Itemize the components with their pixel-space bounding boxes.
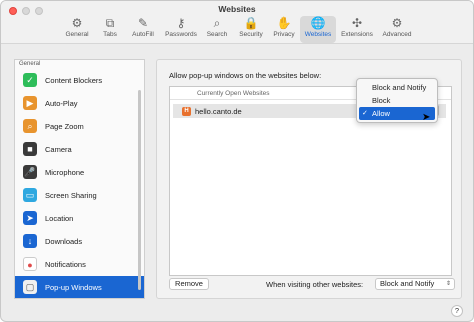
sidebar-item-notifications[interactable]: ● Notifications	[15, 253, 144, 275]
sidebar-scrollbar[interactable]	[138, 90, 141, 290]
sidebar-item-label: Microphone	[45, 167, 85, 177]
puzzle-icon: ✣	[351, 16, 363, 30]
tab-security-label: Security	[239, 31, 263, 38]
key-icon: ⚷	[176, 16, 186, 30]
tab-extensions[interactable]: ✣ Extensions	[338, 16, 376, 43]
notifications-icon: ●	[23, 257, 37, 271]
hand-icon: ✋	[276, 16, 292, 30]
gears-icon: ⚙	[391, 16, 403, 30]
tab-privacy[interactable]: ✋ Privacy	[270, 16, 298, 43]
tab-security[interactable]: 🔒 Security	[234, 16, 268, 43]
tab-advanced[interactable]: ⚙ Advanced	[378, 16, 416, 43]
lock-icon: 🔒	[243, 16, 259, 30]
remove-button[interactable]: Remove	[169, 278, 209, 290]
panel-description: Allow pop-up windows on the websites bel…	[169, 71, 322, 80]
sidebar: General ✓ Content Blockers ▶ Auto-Play ⌕…	[14, 59, 145, 299]
sidebar-item-screen-sharing[interactable]: ▭ Screen Sharing	[15, 184, 144, 206]
sidebar-item-microphone[interactable]: 🎤 Microphone	[15, 161, 144, 183]
tab-search[interactable]: ⌕ Search	[203, 16, 231, 43]
sidebar-item-label: Pop-up Windows	[45, 282, 102, 292]
tab-websites[interactable]: 🌐 Websites	[300, 16, 336, 43]
tab-autofill[interactable]: ✎ AutoFill	[127, 16, 159, 43]
menu-item-block[interactable]: Block	[359, 94, 435, 107]
autofill-icon: ✎	[137, 16, 149, 30]
menu-item-label: Allow	[372, 109, 390, 118]
menu-item-label: Block	[372, 96, 391, 105]
tabs-icon: ⧉	[105, 16, 115, 30]
sidebar-item-label: Page Zoom	[45, 121, 84, 131]
chevron-updown-icon: ⇕	[445, 281, 451, 287]
auto-play-icon: ▶	[23, 96, 37, 110]
toolbar: Websites ⚙ General ⧉ Tabs ✎ AutoFill ⚷ P…	[1, 1, 473, 44]
mouse-pointer-icon: ➤	[422, 112, 431, 123]
popup-windows-icon: ▢	[23, 280, 37, 294]
website-name: hello.canto.de	[195, 106, 242, 116]
tab-tabs-label: Tabs	[103, 31, 117, 38]
downloads-icon: ↓	[23, 234, 37, 248]
sidebar-item-label: Auto-Play	[45, 98, 78, 108]
sidebar-item-downloads[interactable]: ↓ Downloads	[15, 230, 144, 252]
tab-websites-label: Websites	[304, 31, 332, 38]
tab-passwords-label: Passwords	[165, 31, 197, 38]
tab-passwords[interactable]: ⚷ Passwords	[162, 16, 200, 43]
tab-privacy-label: Privacy	[273, 31, 295, 38]
sidebar-item-label: Camera	[45, 144, 72, 154]
location-icon: ➤	[23, 211, 37, 225]
sidebar-item-page-zoom[interactable]: ⌕ Page Zoom	[15, 115, 144, 137]
window-title: Websites	[218, 4, 256, 14]
site-favicon-icon: H	[182, 106, 191, 116]
sidebar-item-label: Notifications	[45, 259, 86, 269]
search-icon: ⌕	[213, 16, 221, 30]
help-button[interactable]: ?	[451, 305, 463, 317]
sidebar-item-content-blockers[interactable]: ✓ Content Blockers	[15, 69, 144, 91]
sidebar-item-label: Location	[45, 213, 74, 223]
other-websites-label: When visiting other websites:	[266, 280, 364, 289]
sidebar-item-camera[interactable]: ■ Camera	[15, 138, 144, 160]
checkmark-icon: ✓	[362, 110, 368, 117]
globe-icon: 🌐	[310, 16, 326, 30]
microphone-icon: 🎤	[23, 165, 37, 179]
tab-search-label: Search	[206, 31, 228, 38]
menu-item-label: Block and Notify	[372, 83, 427, 92]
content-blockers-icon: ✓	[23, 73, 37, 87]
screen-sharing-icon: ▭	[23, 188, 37, 202]
tab-advanced-label: Advanced	[382, 31, 412, 38]
sidebar-item-label: Downloads	[45, 236, 83, 246]
gear-icon: ⚙	[71, 16, 83, 30]
sidebar-item-label: Screen Sharing	[45, 190, 97, 200]
sidebar-item-label: Content Blockers	[45, 75, 103, 85]
tab-extensions-label: Extensions	[341, 31, 373, 38]
tab-general-label: General	[65, 31, 89, 38]
tab-general[interactable]: ⚙ General	[61, 16, 93, 43]
camera-icon: ■	[23, 142, 37, 156]
preferences-window: Websites ⚙ General ⧉ Tabs ✎ AutoFill ⚷ P…	[0, 0, 474, 322]
menu-item-block-and-notify[interactable]: Block and Notify	[359, 81, 435, 94]
sidebar-item-location[interactable]: ➤ Location	[15, 207, 144, 229]
sidebar-header: General	[19, 61, 41, 67]
page-zoom-icon: ⌕	[23, 119, 37, 133]
tab-tabs[interactable]: ⧉ Tabs	[97, 16, 123, 43]
other-websites-value: Block and Notify	[380, 279, 435, 288]
sidebar-item-popup-windows[interactable]: ▢ Pop-up Windows	[15, 276, 144, 298]
sidebar-item-auto-play[interactable]: ▶ Auto-Play	[15, 92, 144, 114]
tab-autofill-label: AutoFill	[132, 31, 154, 38]
other-websites-select[interactable]: Block and Notify ⇕	[375, 278, 455, 290]
